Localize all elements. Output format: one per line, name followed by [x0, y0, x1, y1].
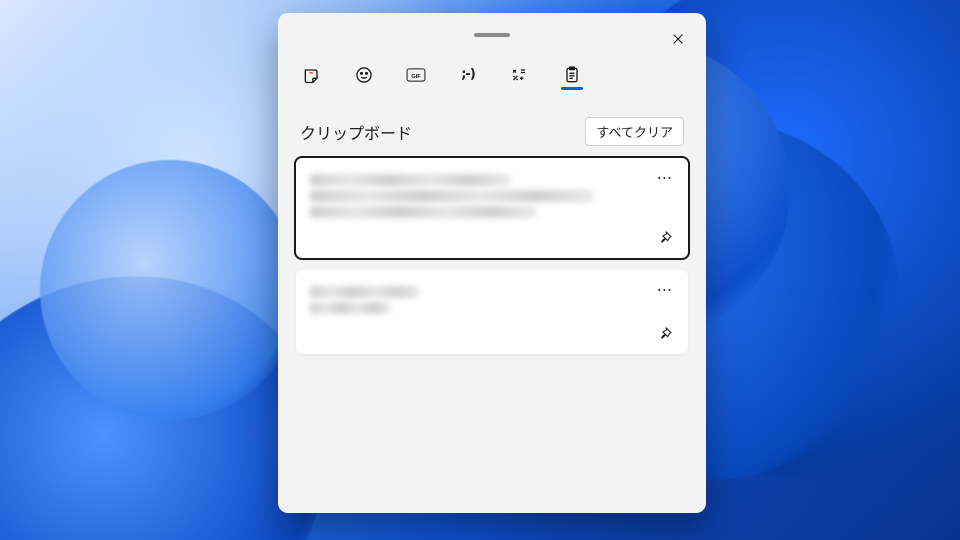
- desktop-wallpaper: GIF ;-): [0, 0, 960, 540]
- clipboard-icon: [562, 65, 582, 85]
- tab-stickers[interactable]: [298, 61, 326, 93]
- clipboard-item[interactable]: ⋯: [296, 270, 688, 354]
- tab-kaomoji[interactable]: ;-): [454, 61, 482, 93]
- tab-symbols[interactable]: [506, 61, 534, 93]
- item-more-button[interactable]: ⋯: [652, 166, 678, 188]
- tab-clipboard[interactable]: [558, 61, 586, 93]
- category-tabs: GIF ;-): [278, 47, 706, 99]
- redacted-text: [310, 286, 419, 298]
- gif-icon: GIF: [406, 65, 426, 85]
- redacted-text: [310, 190, 594, 202]
- clipboard-item[interactable]: ⋯: [296, 158, 688, 258]
- close-icon: [671, 32, 685, 46]
- item-pin-button[interactable]: [652, 322, 678, 346]
- svg-text:GIF: GIF: [411, 73, 421, 79]
- close-button[interactable]: [664, 25, 692, 53]
- pin-icon: [657, 230, 673, 246]
- drag-handle[interactable]: [474, 33, 510, 37]
- item-more-button[interactable]: ⋯: [652, 278, 678, 300]
- emoji-clipboard-panel: GIF ;-): [278, 13, 706, 513]
- clipboard-item-content: [310, 174, 674, 218]
- panel-top-row: [278, 23, 706, 47]
- clear-all-button[interactable]: すべてクリア: [585, 117, 684, 146]
- sticker-icon: [302, 65, 322, 85]
- redacted-text: [310, 174, 510, 186]
- symbols-icon: [510, 65, 530, 85]
- tab-emoji[interactable]: [350, 61, 378, 93]
- redacted-text: [310, 206, 536, 218]
- pin-icon: [657, 326, 673, 342]
- kaomoji-icon: ;-): [461, 67, 475, 82]
- redacted-text: [310, 302, 390, 314]
- wallpaper-shape: [40, 160, 300, 420]
- clipboard-header: クリップボード すべてクリア: [278, 99, 706, 158]
- section-title: クリップボード: [300, 120, 412, 144]
- emoji-icon: [354, 65, 374, 85]
- clipboard-items: ⋯ ⋯: [278, 158, 706, 354]
- tab-gif[interactable]: GIF: [402, 61, 430, 93]
- clipboard-item-content: [310, 286, 674, 314]
- item-pin-button[interactable]: [652, 226, 678, 250]
